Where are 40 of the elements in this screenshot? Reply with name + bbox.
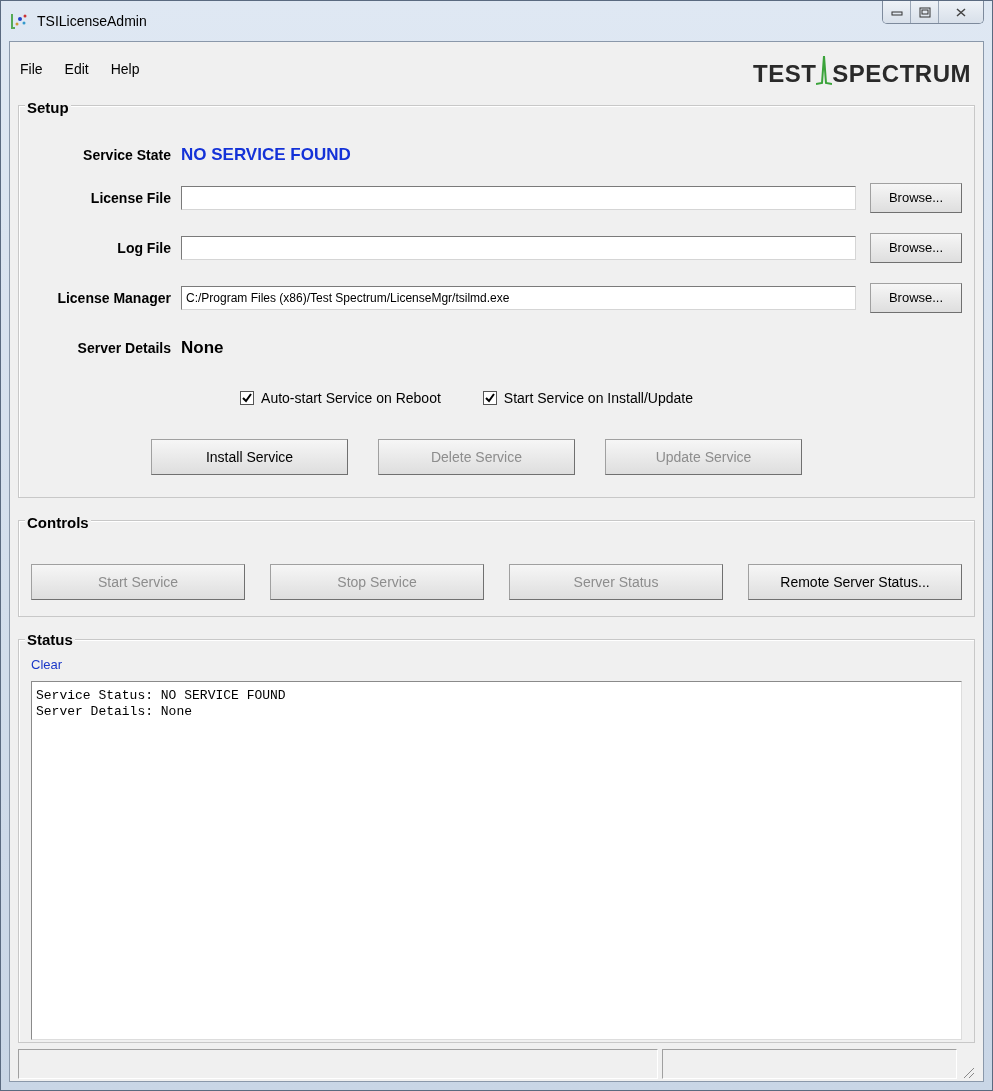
menu-item[interactable]: Edit	[62, 59, 101, 80]
menu-item[interactable]: Help	[108, 59, 152, 80]
server-details-value: None	[181, 337, 224, 360]
field-label: Server Details	[76, 338, 172, 358]
logo-text: TEST	[753, 61, 817, 86]
action-button[interactable]: Install Service	[151, 439, 348, 475]
service-state-value: NO SERVICE FOUND	[181, 144, 351, 167]
minimize-button[interactable]	[883, 1, 911, 23]
window-title: TSILicenseAdmin	[37, 11, 147, 31]
action-button[interactable]: Remote Server Status...	[748, 564, 962, 600]
browse-button[interactable]: Browse...	[870, 283, 962, 313]
field-label: Service State	[82, 145, 172, 165]
logo-text: SPECTRUM	[832, 61, 971, 86]
field-label: License Manager	[56, 288, 172, 308]
spike-icon	[816, 53, 833, 86]
input-field[interactable]: C:/Program Files (x86)/Test Spectrum/LicenseMgr/tsilmd.exe	[181, 286, 856, 310]
close-button[interactable]	[939, 1, 983, 23]
minimize-icon	[890, 8, 903, 16]
close-icon	[955, 6, 967, 18]
browse-button[interactable]: Browse...	[870, 183, 962, 213]
maximize-button[interactable]	[911, 1, 939, 23]
resize-grip-icon	[961, 1065, 975, 1079]
group-title: Setup	[25, 100, 71, 115]
clear-link[interactable]: Clear	[31, 655, 63, 675]
group-title: Status	[25, 632, 75, 647]
group-title: Controls	[25, 515, 91, 530]
log-line: Service Status: NO SERVICE FOUND	[36, 687, 287, 704]
browse-button[interactable]: Browse...	[870, 233, 962, 263]
checkbox[interactable]	[482, 391, 497, 405]
input-field[interactable]	[181, 186, 856, 210]
input-field[interactable]	[181, 236, 856, 260]
field-label: License File	[89, 188, 172, 208]
app-icon	[11, 12, 29, 30]
menu-item[interactable]: File	[18, 59, 55, 80]
checkbox-label: Auto-start Service on Reboot	[261, 388, 441, 408]
checkbox[interactable]	[240, 391, 255, 405]
field-label: Log File	[116, 238, 172, 258]
log-line: Server Details: None	[36, 703, 194, 720]
maximize-icon	[918, 6, 931, 18]
checkbox-label: Start Service on Install/Update	[503, 388, 693, 408]
